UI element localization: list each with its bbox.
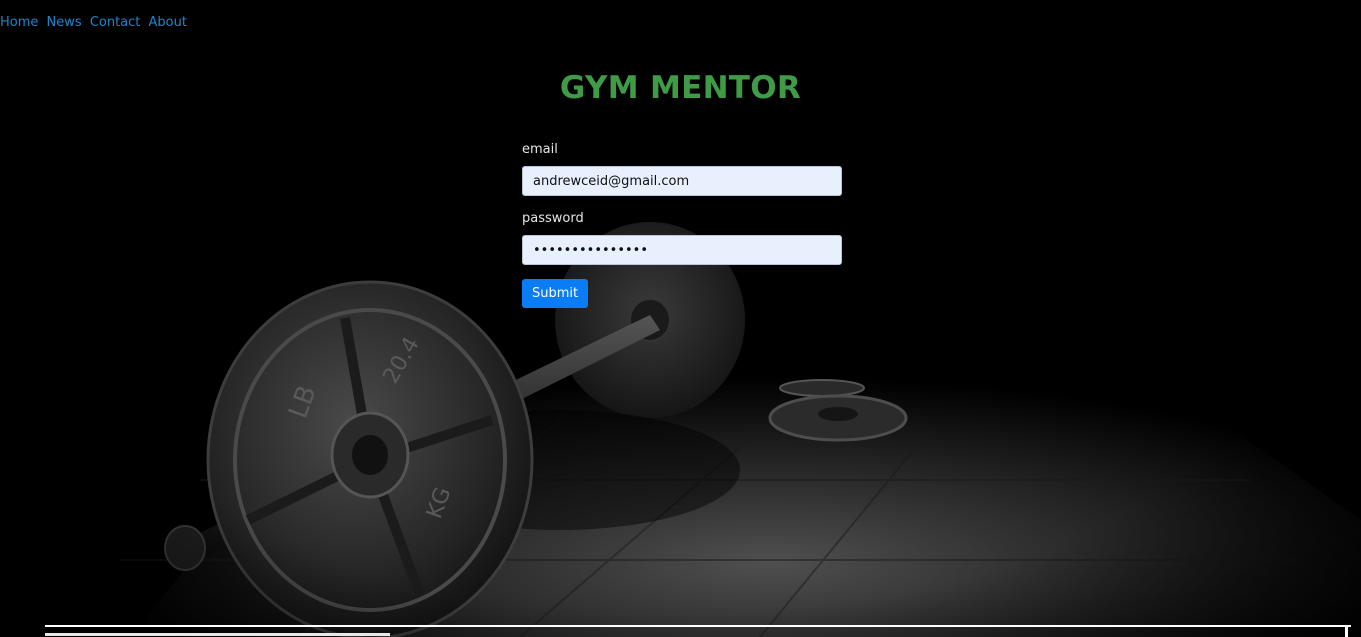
- bottom-divider: [45, 625, 1351, 637]
- nav-link-home[interactable]: Home: [0, 15, 38, 30]
- page-title: GYM MENTOR: [559, 70, 802, 106]
- submit-button[interactable]: Submit: [522, 279, 589, 308]
- email-group: email: [522, 142, 842, 196]
- login-form: email password Submit: [522, 142, 842, 308]
- password-field[interactable]: [522, 235, 842, 265]
- nav-link-contact[interactable]: Contact: [90, 15, 141, 30]
- password-label: password: [522, 211, 584, 226]
- password-group: password: [522, 211, 842, 265]
- email-label: email: [522, 142, 558, 157]
- email-field[interactable]: [522, 166, 842, 196]
- nav-link-about[interactable]: About: [149, 15, 187, 30]
- nav-link-news[interactable]: News: [47, 15, 82, 30]
- login-page: LB 20.4 KG Home News Contact About GYM M…: [0, 0, 1361, 637]
- top-nav: Home News Contact About: [0, 15, 187, 31]
